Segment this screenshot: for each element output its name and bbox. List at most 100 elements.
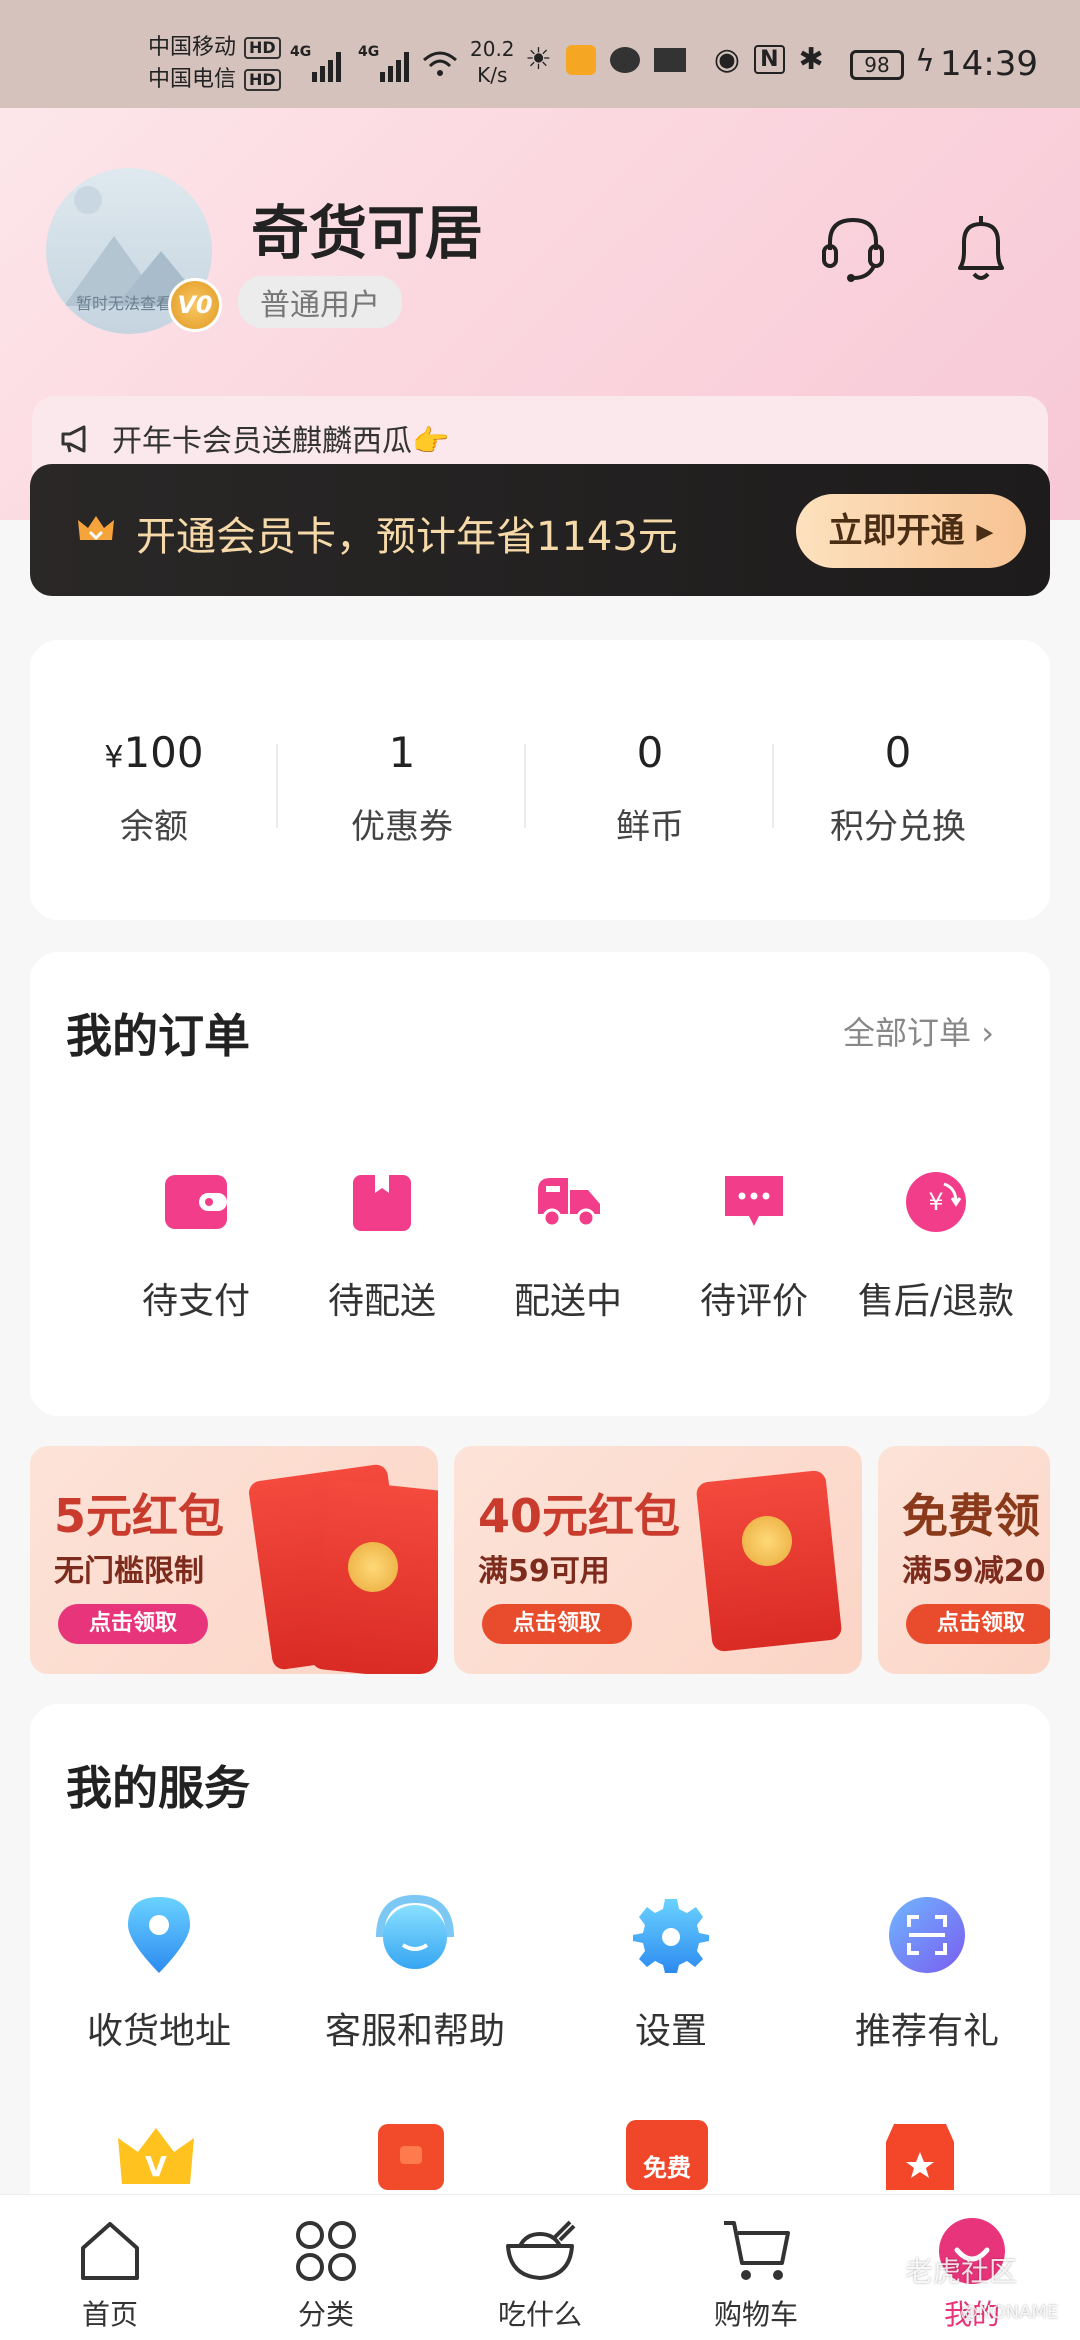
notification-icons: ☀ ◉ N ✱ — [525, 42, 824, 77]
assets-card: ¥100 余额 1 优惠券 0 鲜币 0 积分兑换 — [30, 640, 1050, 920]
clock: 14:39 — [940, 44, 1038, 84]
tab-cart[interactable]: 购物车 — [676, 2213, 836, 2333]
service-label: 客服和帮助 — [324, 2011, 505, 2052]
signal-icon: 4G — [290, 44, 341, 82]
bowl-icon — [506, 2220, 576, 2280]
cart-icon — [724, 2221, 790, 2280]
tab-label: 首页 — [81, 2298, 138, 2331]
profile-header: 暂时无法查看 V0 奇货可居 普通用户 — [46, 168, 1036, 348]
service-label: 设置 — [634, 2011, 707, 2052]
membership-text: 开通会员卡，预计年省1143元 — [136, 514, 678, 560]
coupon-subtitle: 满59减20 — [902, 1554, 1046, 1589]
asset-label: 鲜币 — [616, 807, 684, 847]
bluetooth-icon: ✱ — [798, 42, 824, 77]
order-label: 售后/退款 — [857, 1281, 1015, 1322]
order-after-sales[interactable]: ¥ 售后/退款 — [836, 1162, 1036, 1324]
asset-label: 积分兑换 — [830, 807, 966, 847]
headset-icon[interactable] — [818, 210, 888, 290]
coupon-claim-button[interactable]: 点击领取 — [58, 1604, 208, 1644]
tab-category[interactable]: 分类 — [246, 2213, 406, 2333]
service-settings[interactable]: 设置 — [546, 1890, 796, 2054]
coupon-subtitle: 无门槛限制 — [54, 1554, 204, 1589]
coupon-banner[interactable]: 40元红包 满59可用 点击领取 — [454, 1446, 862, 1674]
order-label: 待评价 — [699, 1281, 808, 1322]
asset-fresh-coins[interactable]: 0 鲜币 — [526, 728, 774, 848]
tab-home[interactable]: 首页 — [30, 2213, 190, 2333]
net-type: 4G — [290, 44, 312, 60]
asset-value: 100 — [123, 728, 204, 777]
service-address[interactable]: 收货地址 — [34, 1890, 284, 2054]
order-label: 待配送 — [327, 1281, 436, 1322]
chevron-right-icon: › — [981, 1014, 994, 1052]
coupon-banner[interactable]: 免费领 满59减20 点击领取 — [878, 1446, 1050, 1674]
carrier-info: 中国移动 HD 中国电信 HD — [148, 32, 281, 96]
megaphone-icon — [61, 425, 86, 453]
brightness-icon: ☀ — [525, 42, 552, 77]
open-membership-button[interactable]: 立即开通 ▸ — [796, 494, 1026, 568]
asset-label: 优惠券 — [351, 807, 453, 847]
svg-text:¥: ¥ — [928, 1188, 943, 1216]
order-pending-delivery[interactable]: 待配送 — [282, 1162, 482, 1324]
avatar-placeholder-text: 暂时无法查看 — [76, 294, 173, 313]
refund-icon: ¥ — [906, 1172, 966, 1232]
customer-service-icon — [376, 1894, 454, 1969]
asset-value: 0 — [884, 728, 912, 777]
free-tag-icon[interactable]: 免费 — [626, 2120, 708, 2190]
asset-balance[interactable]: ¥100 余额 — [30, 728, 278, 848]
order-pending-review[interactable]: 待评价 — [654, 1162, 854, 1324]
svg-text:V: V — [145, 2150, 167, 2183]
delivery-truck-icon — [538, 1178, 600, 1228]
section-title: 我的服务 — [66, 1761, 250, 1815]
order-label: 配送中 — [513, 1281, 622, 1322]
nfc-icon: N — [754, 45, 785, 74]
vip-crown-icon[interactable]: V — [116, 2124, 196, 2190]
asset-coupons[interactable]: 1 优惠券 — [278, 728, 526, 848]
gear-icon — [633, 1899, 709, 1973]
comment-icon — [725, 1176, 783, 1226]
asset-label: 余额 — [120, 807, 188, 847]
bell-icon[interactable] — [946, 210, 1016, 290]
asset-value: 1 — [388, 728, 416, 777]
all-orders-link[interactable]: 全部订单 › — [843, 1008, 994, 1054]
hd-badge: HD — [244, 69, 281, 91]
eye-icon: ◉ — [713, 42, 741, 77]
service-customer-help[interactable]: 客服和帮助 — [290, 1890, 540, 2054]
chat-icon — [609, 46, 640, 73]
crown-icon — [78, 516, 114, 541]
red-envelope-icon[interactable] — [376, 2122, 446, 2192]
coupon-claim-button[interactable]: 点击领取 — [906, 1604, 1050, 1644]
coupon-banner[interactable]: 5元红包 无门槛限制 点击领取 — [30, 1446, 438, 1674]
store-star-icon[interactable] — [882, 2120, 958, 2192]
promo-text: 开年卡会员送麒麟西瓜👉 — [112, 424, 450, 459]
my-orders-card: 我的订单 全部订单 › 待支付 待配送 配送中 待评价 ¥ 售后/退款 — [30, 952, 1050, 1416]
hd-badge: HD — [244, 37, 281, 59]
battery-indicator: 98 — [850, 50, 904, 80]
watermark-sub: @NONAME — [960, 2302, 1059, 2323]
tab-label: 吃什么 — [497, 2298, 582, 2331]
service-label: 收货地址 — [86, 2011, 231, 2052]
envelope-icon — [653, 47, 686, 72]
coupon-title: 5元红包 — [54, 1489, 225, 1543]
coupon-title: 免费领 — [902, 1489, 1040, 1543]
service-referral[interactable]: 推荐有礼 — [802, 1890, 1052, 2054]
coupon-claim-button[interactable]: 点击领取 — [482, 1604, 632, 1644]
charging-icon: ϟ — [915, 44, 935, 79]
user-level-tag[interactable]: 普通用户 — [238, 276, 402, 328]
carrier-1: 中国移动 — [148, 35, 237, 60]
username: 奇货可居 — [251, 199, 484, 267]
watermark: 老虎社区 — [905, 2255, 1018, 2288]
order-in-delivery[interactable]: 配送中 — [468, 1162, 668, 1324]
wifi-icon — [423, 51, 457, 76]
tab-what-to-eat[interactable]: 吃什么 — [460, 2213, 620, 2333]
tab-label: 分类 — [297, 2298, 354, 2331]
location-pin-icon — [128, 1897, 190, 1973]
tab-label: 购物车 — [713, 2298, 798, 2331]
currency-symbol: ¥ — [104, 740, 124, 775]
coupon-title: 40元红包 — [478, 1489, 681, 1543]
vip-level-badge[interactable]: V0 — [168, 278, 222, 332]
order-pending-payment[interactable]: 待支付 — [96, 1162, 296, 1324]
membership-card[interactable]: 开通会员卡，预计年省1143元 立即开通 ▸ — [30, 464, 1050, 596]
category-icon — [296, 2221, 356, 2281]
asset-value: 0 — [636, 728, 664, 777]
asset-points[interactable]: 0 积分兑换 — [774, 728, 1022, 848]
